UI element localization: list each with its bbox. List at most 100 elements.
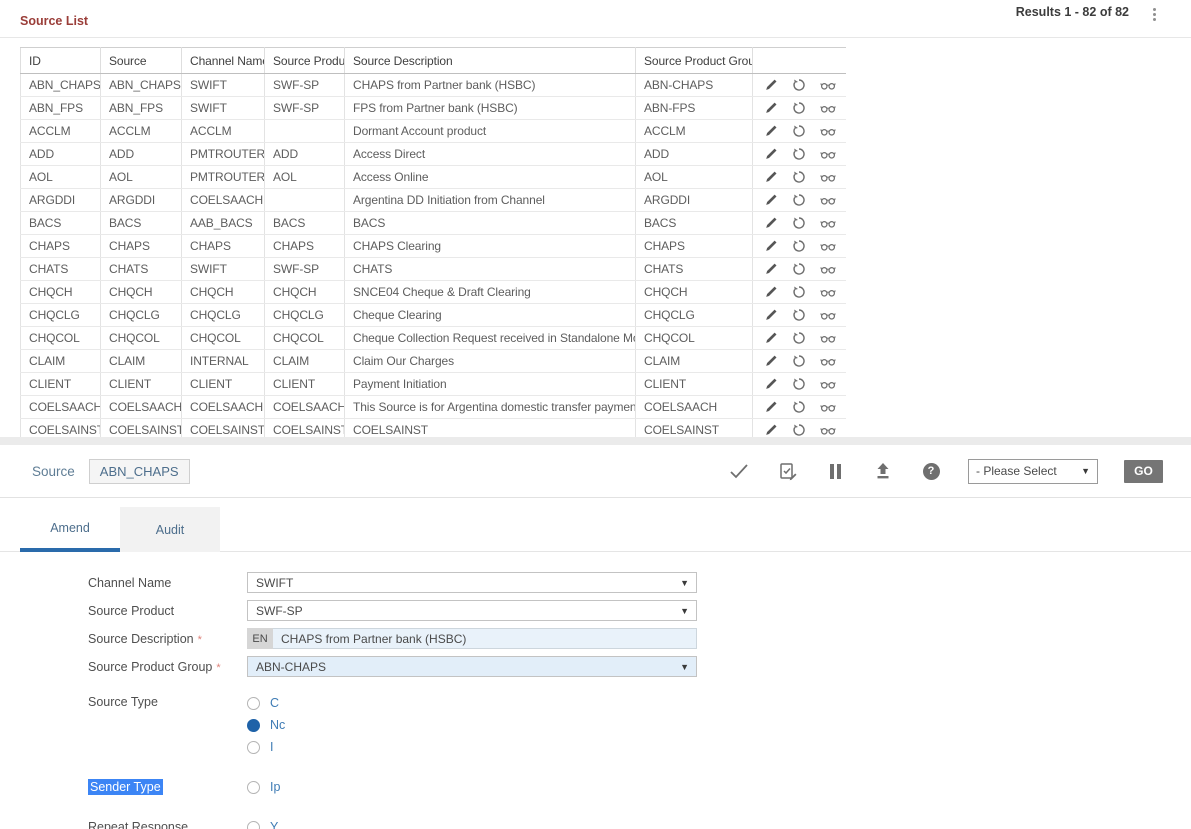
edit-pencil-icon[interactable] bbox=[762, 77, 780, 93]
source-product-group-select[interactable]: ABN-CHAPS ▼ bbox=[247, 656, 697, 677]
authorize-check-icon[interactable] bbox=[728, 460, 750, 482]
table-row[interactable]: ARGDDI ARGDDI COELSAACH Argentina DD Ini… bbox=[21, 189, 847, 212]
history-icon[interactable] bbox=[790, 422, 808, 437]
table-row[interactable]: CHQCH CHQCH CHQCH CHQCH SNCE04 Cheque & … bbox=[21, 281, 847, 304]
table-row[interactable]: AOL AOL PMTROUTER AOL Access Online AOL bbox=[21, 166, 847, 189]
radio-button[interactable] bbox=[247, 697, 260, 710]
tab-audit[interactable]: Audit bbox=[120, 507, 220, 552]
history-icon[interactable] bbox=[790, 376, 808, 392]
cell-channel-name: PMTROUTER bbox=[182, 166, 265, 189]
history-icon[interactable] bbox=[790, 123, 808, 139]
edit-pencil-icon[interactable] bbox=[762, 422, 780, 437]
kebab-menu-icon[interactable] bbox=[1145, 4, 1163, 24]
view-eyeglasses-icon[interactable] bbox=[819, 422, 837, 437]
channel-name-select[interactable]: SWIFT ▼ bbox=[247, 572, 697, 593]
history-icon[interactable] bbox=[790, 353, 808, 369]
edit-pencil-icon[interactable] bbox=[762, 192, 780, 208]
radio-button[interactable] bbox=[247, 781, 260, 794]
cell-actions bbox=[753, 419, 847, 438]
view-eyeglasses-icon[interactable] bbox=[819, 284, 837, 300]
cell-id: CLAIM bbox=[21, 350, 101, 373]
source-product-select[interactable]: SWF-SP ▼ bbox=[247, 600, 697, 621]
cell-source: CHQCOL bbox=[101, 327, 182, 350]
view-eyeglasses-icon[interactable] bbox=[819, 77, 837, 93]
source-product-group-label: Source Product Group* bbox=[0, 660, 247, 674]
table-row[interactable]: ABN_FPS ABN_FPS SWIFT SWF-SP FPS from Pa… bbox=[21, 97, 847, 120]
cell-id: ABN_CHAPS bbox=[21, 74, 101, 97]
edit-pencil-icon[interactable] bbox=[762, 261, 780, 277]
required-asterisk: * bbox=[216, 662, 220, 674]
language-tag[interactable]: EN bbox=[247, 628, 273, 649]
table-row[interactable]: ACCLM ACCLM ACCLM Dormant Account produc… bbox=[21, 120, 847, 143]
edit-pencil-icon[interactable] bbox=[762, 123, 780, 139]
repeat-response-label: Repeat Response bbox=[0, 820, 247, 829]
view-eyeglasses-icon[interactable] bbox=[819, 215, 837, 231]
cell-id: ACCLM bbox=[21, 120, 101, 143]
table-row[interactable]: ADD ADD PMTROUTER ADD Access Direct ADD bbox=[21, 143, 847, 166]
view-eyeglasses-icon[interactable] bbox=[819, 330, 837, 346]
cell-actions bbox=[753, 350, 847, 373]
view-eyeglasses-icon[interactable] bbox=[819, 261, 837, 277]
edit-pencil-icon[interactable] bbox=[762, 353, 780, 369]
source-description-input[interactable] bbox=[273, 628, 697, 649]
history-icon[interactable] bbox=[790, 399, 808, 415]
edit-pencil-icon[interactable] bbox=[762, 284, 780, 300]
view-eyeglasses-icon[interactable] bbox=[819, 353, 837, 369]
view-eyeglasses-icon[interactable] bbox=[819, 399, 837, 415]
channel-name-label: Channel Name bbox=[0, 576, 247, 590]
table-row[interactable]: CLAIM CLAIM INTERNAL CLAIM Claim Our Cha… bbox=[21, 350, 847, 373]
edit-pencil-icon[interactable] bbox=[762, 307, 780, 323]
view-eyeglasses-icon[interactable] bbox=[819, 238, 837, 254]
table-row[interactable]: CHQCOL CHQCOL CHQCOL CHQCOL Cheque Colle… bbox=[21, 327, 847, 350]
table-row[interactable]: COELSAINST COELSAINST COELSAINST COELSAI… bbox=[21, 419, 847, 438]
edit-pencil-icon[interactable] bbox=[762, 100, 780, 116]
view-eyeglasses-icon[interactable] bbox=[819, 146, 837, 162]
help-icon[interactable]: ? bbox=[920, 460, 942, 482]
edit-pencil-icon[interactable] bbox=[762, 169, 780, 185]
table-row[interactable]: ABN_CHAPS ABN_CHAPS SWIFT SWF-SP CHAPS f… bbox=[21, 74, 847, 97]
table-row[interactable]: CHATS CHATS SWIFT SWF-SP CHATS CHATS bbox=[21, 258, 847, 281]
table-row[interactable]: CHAPS CHAPS CHAPS CHAPS CHAPS Clearing C… bbox=[21, 235, 847, 258]
form-row-source-product-group: Source Product Group* ABN-CHAPS ▼ bbox=[0, 656, 1191, 677]
history-icon[interactable] bbox=[790, 146, 808, 162]
history-icon[interactable] bbox=[790, 100, 808, 116]
history-icon[interactable] bbox=[790, 261, 808, 277]
history-icon[interactable] bbox=[790, 238, 808, 254]
edit-pencil-icon[interactable] bbox=[762, 215, 780, 231]
history-icon[interactable] bbox=[790, 307, 808, 323]
upload-icon[interactable] bbox=[872, 460, 894, 482]
radio-button[interactable] bbox=[247, 741, 260, 754]
history-icon[interactable] bbox=[790, 169, 808, 185]
cell-id: ADD bbox=[21, 143, 101, 166]
view-eyeglasses-icon[interactable] bbox=[819, 100, 837, 116]
amend-document-icon[interactable] bbox=[776, 460, 798, 482]
cell-channel-name: INTERNAL bbox=[182, 350, 265, 373]
action-select[interactable]: - Please Select ▼ bbox=[968, 459, 1098, 484]
view-eyeglasses-icon[interactable] bbox=[819, 192, 837, 208]
view-eyeglasses-icon[interactable] bbox=[819, 376, 837, 392]
table-row[interactable]: COELSAACH COELSAACH COELSAACH COELSAACH … bbox=[21, 396, 847, 419]
table-scroll-track[interactable] bbox=[0, 437, 1191, 445]
edit-pencil-icon[interactable] bbox=[762, 399, 780, 415]
history-icon[interactable] bbox=[790, 77, 808, 93]
cell-channel-name: CHQCOL bbox=[182, 327, 265, 350]
view-eyeglasses-icon[interactable] bbox=[819, 307, 837, 323]
edit-pencil-icon[interactable] bbox=[762, 330, 780, 346]
table-row[interactable]: BACS BACS AAB_BACS BACS BACS BACS bbox=[21, 212, 847, 235]
history-icon[interactable] bbox=[790, 215, 808, 231]
edit-pencil-icon[interactable] bbox=[762, 146, 780, 162]
radio-button[interactable] bbox=[247, 821, 260, 829]
history-icon[interactable] bbox=[790, 192, 808, 208]
radio-button[interactable] bbox=[247, 719, 260, 732]
edit-pencil-icon[interactable] bbox=[762, 238, 780, 254]
history-icon[interactable] bbox=[790, 330, 808, 346]
hold-pause-icon[interactable] bbox=[824, 460, 846, 482]
tab-amend[interactable]: Amend bbox=[20, 507, 120, 552]
go-button[interactable]: GO bbox=[1124, 460, 1163, 483]
table-row[interactable]: CHQCLG CHQCLG CHQCLG CHQCLG Cheque Clear… bbox=[21, 304, 847, 327]
table-row[interactable]: CLIENT CLIENT CLIENT CLIENT Payment Init… bbox=[21, 373, 847, 396]
history-icon[interactable] bbox=[790, 284, 808, 300]
edit-pencil-icon[interactable] bbox=[762, 376, 780, 392]
view-eyeglasses-icon[interactable] bbox=[819, 169, 837, 185]
view-eyeglasses-icon[interactable] bbox=[819, 123, 837, 139]
